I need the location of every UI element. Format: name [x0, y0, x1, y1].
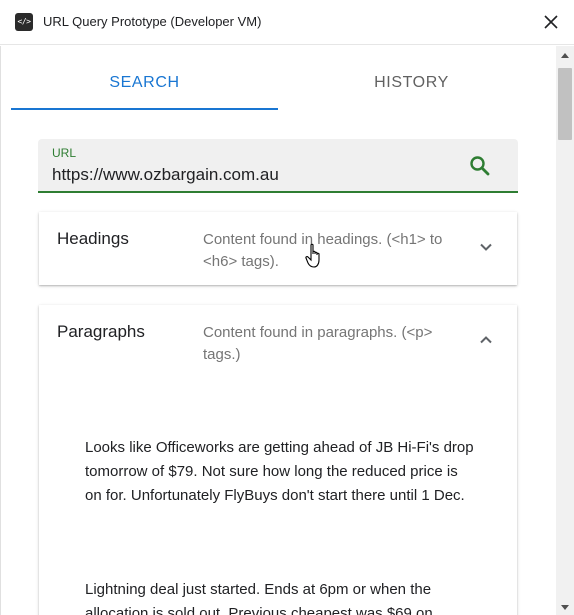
active-tab-indicator	[11, 108, 278, 110]
chevron-down-icon	[480, 243, 492, 251]
code-icon: </>	[15, 13, 33, 31]
close-icon	[544, 15, 558, 29]
paragraphs-panel-header[interactable]: Paragraphs Content found in paragraphs. …	[39, 305, 517, 378]
paragraphs-description: Content found in paragraphs. (<p> tags.)	[203, 324, 433, 363]
close-button[interactable]	[540, 11, 562, 33]
headings-description: Content found in headings. (<h1> to <h6>…	[203, 231, 443, 270]
tab-search[interactable]: SEARCH	[11, 46, 278, 112]
paragraph-item: Lightning deal just started. Ends at 6pm…	[85, 581, 433, 615]
vertical-scrollbar[interactable]	[556, 46, 574, 615]
url-field[interactable]: URL	[38, 139, 518, 193]
headings-title: Headings	[57, 229, 129, 248]
window-titlebar: </> URL Query Prototype (Developer VM)	[0, 0, 574, 45]
chevron-up-icon	[480, 336, 492, 344]
paragraphs-title: Paragraphs	[57, 322, 145, 341]
scroll-down-arrow-icon[interactable]	[556, 603, 574, 613]
headings-panel-header[interactable]: Headings Content found in headings. (<h1…	[39, 212, 517, 285]
search-button[interactable]	[468, 154, 492, 178]
paragraph-item: Looks like Officeworks are getting ahead…	[85, 439, 474, 504]
main-content: SEARCH HISTORY URL Headings Content foun…	[0, 46, 556, 615]
hand-pointer-icon	[305, 243, 320, 268]
scroll-up-arrow-icon[interactable]	[556, 50, 574, 60]
window-title: URL Query Prototype (Developer VM)	[43, 14, 262, 29]
search-icon	[470, 156, 490, 176]
tab-history[interactable]: HISTORY	[278, 46, 545, 112]
url-input[interactable]	[52, 163, 452, 187]
url-label: URL	[52, 146, 77, 160]
tab-bar: SEARCH HISTORY	[11, 46, 545, 112]
scrollbar-thumb[interactable]	[558, 68, 572, 140]
paragraphs-panel: Paragraphs Content found in paragraphs. …	[39, 305, 517, 615]
headings-panel: Headings Content found in headings. (<h1…	[39, 212, 517, 285]
